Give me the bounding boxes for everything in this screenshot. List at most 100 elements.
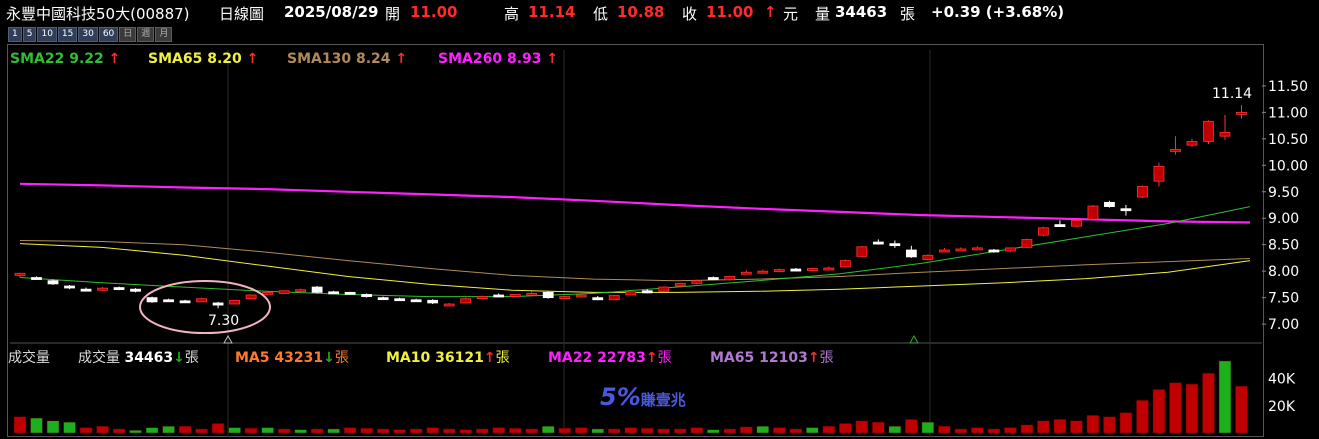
sma65-legend: SMA65 8.20 ↑ [148,51,259,67]
candle [641,290,653,294]
volume-bar [46,420,60,434]
candle [1153,165,1165,182]
candle [806,268,818,271]
volume-bar [327,428,340,434]
volume-bar [872,421,885,434]
volume-bar [1103,416,1116,434]
volume-bar [987,428,1001,434]
volume-bar [112,428,126,434]
volume-bar [1020,424,1034,434]
candle [740,271,752,275]
volume-bar [508,427,522,434]
ma5-volume-legend: MA5 43231↓張 [235,350,349,366]
candle [130,288,141,292]
candle [509,294,521,297]
candle [790,268,802,272]
volume-bar [822,425,836,434]
y-tick-label: 10.00 [1268,158,1308,174]
volume-bar [294,429,307,434]
candle [443,303,455,307]
candle [14,272,26,276]
volume-bar [888,425,902,434]
candle [31,277,42,280]
volume-bar [145,427,159,434]
volume-bar [195,428,208,434]
volume-bar [641,427,654,434]
volume-bar [1070,420,1083,434]
volume-bar [261,427,274,434]
volume-bar [162,425,175,434]
down-arrow-icon: ↓ [323,350,335,366]
volume-bar [756,425,770,434]
volume-bar [921,421,935,434]
volume-bar [839,423,852,434]
candles [14,104,1247,309]
volume-bar [492,427,505,434]
volume-bar [1136,400,1149,434]
sma130-legend: SMA130 8.24 ↑ [287,51,408,67]
ma65-volume-legend: MA65 12103↑張 [710,350,834,366]
high-price-label: 11.14 [1212,86,1252,102]
candle [1021,239,1033,248]
volume-bar [13,416,27,434]
y-tick-label: 7.00 [1268,317,1299,333]
volume-bar [806,427,819,434]
y-tick-label: 9.50 [1268,185,1299,201]
candle [1054,224,1066,227]
candle [328,291,340,295]
volume-bar [855,420,869,434]
volume-bar [360,427,373,434]
volume-legend: 成交量 34463↓張 [78,350,199,366]
volume-bar [971,427,984,434]
candle [823,267,835,271]
volume-bar [674,428,687,434]
candle [97,287,108,291]
candle [938,249,950,253]
marker-triangle [909,334,919,344]
volume-bar [1053,419,1067,434]
y-tick-label: 11.00 [1268,105,1308,121]
volume-bar [79,427,93,434]
volume-bar [228,427,241,434]
sma22-legend: SMA22 9.22 ↑ [10,51,121,67]
ma22-volume-legend: MA22 22783↑張 [548,350,672,366]
sma260-legend: SMA260 8.93 ↑ [438,51,559,67]
volume-bar [393,429,406,434]
volume-bar [96,425,109,434]
volume-bar [426,427,439,434]
volume-bar [475,428,489,434]
volume-bar [1218,360,1232,434]
volume-bar [954,428,968,434]
sma22-line [19,206,1251,298]
candle [245,294,257,300]
volume-bar [740,426,753,434]
up-arrow-icon: ↑ [546,51,559,67]
candle [526,293,538,296]
volume-bar [558,427,571,434]
volume-bar [690,427,704,434]
candle [47,280,59,285]
candle [179,300,191,304]
candle [1219,132,1231,137]
candle [476,296,488,299]
candle [212,302,224,306]
candle [839,260,851,268]
volume-bar [1169,382,1182,434]
candle [905,249,917,258]
candle [427,299,439,304]
candle [658,286,670,292]
chart-grid [10,50,1262,437]
volume-bar [343,427,357,434]
low-price-label: 7.30 [208,313,239,329]
volume-bar [459,429,472,434]
candle [493,294,505,298]
volume-bar [211,423,225,434]
volume-bar [789,428,803,434]
candle [625,291,637,296]
volume-bar [1202,372,1215,434]
candle [1203,120,1214,142]
sma260-line [19,182,1251,224]
up-arrow-icon: ↑ [395,51,408,67]
y-tick-label: 8.00 [1268,264,1299,280]
candle [608,295,620,301]
